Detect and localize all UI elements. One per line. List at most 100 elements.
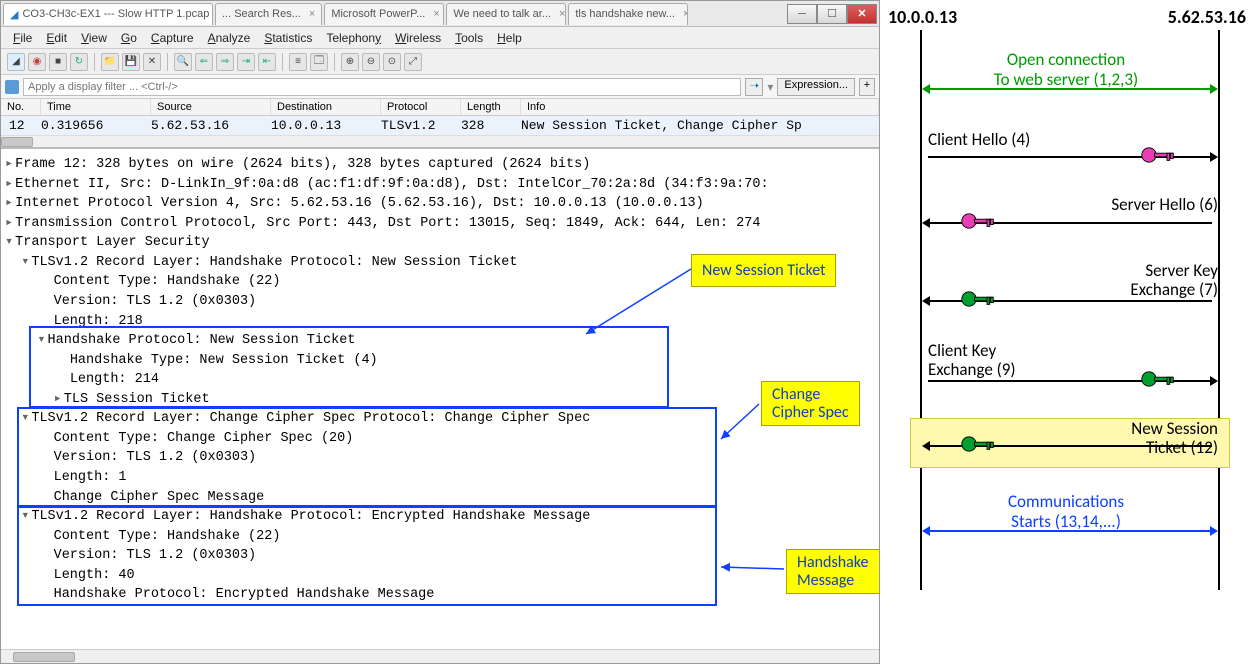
detail-line: Handshake Type: New Session Ticket (4) — [70, 353, 378, 368]
browser-tab-1[interactable]: ... Search Res...× — [215, 3, 322, 25]
toolbar-btn[interactable]: ⊕ — [341, 53, 359, 71]
endpoint-left: 10.0.0.13 — [888, 6, 957, 28]
wireshark-window: ◢ CO3-CH3c-EX1 --- Slow HTTP 1.pcap ... … — [0, 0, 880, 664]
minimize-button[interactable]: ─ — [787, 4, 817, 24]
expand-icon[interactable] — [21, 255, 29, 270]
packet-details-pane[interactable]: Frame 12: 328 bytes on wire (2624 bits),… — [1, 149, 879, 649]
detail-line: TLS Session Ticket — [64, 392, 210, 407]
menu-wireless[interactable]: Wireless — [389, 29, 447, 47]
browser-tab-3[interactable]: We need to talk ar... × — [446, 3, 566, 25]
close-icon[interactable]: × — [433, 8, 439, 20]
menu-file[interactable]: File — [7, 29, 38, 47]
expand-icon[interactable] — [5, 235, 13, 250]
col-time[interactable]: Time — [41, 99, 151, 115]
toolbar-btn[interactable]: ↻ — [70, 53, 88, 71]
detail-line: Version: TLS 1.2 (0x0303) — [54, 548, 257, 563]
add-filter-button[interactable]: + — [859, 78, 875, 96]
filter-apply-icon[interactable]: ➝ — [745, 78, 763, 96]
close-icon[interactable]: × — [559, 8, 565, 20]
toolbar-btn[interactable]: ⇒ — [216, 53, 234, 71]
browser-tab-2[interactable]: Microsoft PowerP...× — [324, 3, 444, 25]
toolbar-btn[interactable]: ⊙ — [383, 53, 401, 71]
expand-icon[interactable] — [37, 333, 45, 348]
expand-icon[interactable] — [5, 216, 13, 231]
key-icon-magenta — [1140, 144, 1176, 166]
cell-proto: TLSv1.2 — [381, 118, 461, 133]
col-info[interactable]: Info — [521, 99, 879, 115]
menu-tools[interactable]: Tools — [449, 29, 489, 47]
expression-button[interactable]: Expression... — [777, 78, 855, 96]
tab-label: tls handshake new... — [575, 8, 675, 20]
menu-edit[interactable]: Edit — [40, 29, 73, 47]
menu-statistics[interactable]: Statistics — [258, 29, 318, 47]
close-button[interactable]: ✕ — [847, 4, 877, 24]
col-no[interactable]: No. — [1, 99, 41, 115]
key-icon-green — [960, 288, 996, 310]
packet-row[interactable]: 12 0.319656 5.62.53.16 10.0.0.13 TLSv1.2… — [1, 116, 879, 135]
expand-icon[interactable] — [5, 157, 13, 172]
hscrollbar-bottom[interactable] — [1, 649, 879, 663]
col-destination[interactable]: Destination — [271, 99, 381, 115]
detail-line: Version: TLS 1.2 (0x0303) — [54, 294, 257, 309]
cell-len: 328 — [461, 118, 521, 133]
detail-line: Ethernet II, Src: D-LinkIn_9f:0a:d8 (ac:… — [15, 177, 768, 192]
packet-list-pane[interactable]: No. Time Source Destination Protocol Len… — [1, 99, 879, 149]
toolbar-btn[interactable]: ≡ — [289, 53, 307, 71]
browser-tab-0[interactable]: ◢ CO3-CH3c-EX1 --- Slow HTTP 1.pcap — [3, 3, 213, 25]
toolbar-btn[interactable]: ■ — [49, 53, 67, 71]
maximize-button[interactable]: ☐ — [817, 4, 847, 24]
detail-line: Version: TLS 1.2 (0x0303) — [54, 450, 257, 465]
display-filter-input[interactable] — [23, 78, 741, 96]
detail-line: Content Type: Change Cipher Spec (20) — [54, 431, 354, 446]
cell-src: 5.62.53.16 — [151, 118, 271, 133]
close-icon[interactable]: × — [309, 8, 315, 20]
detail-line: Length: 1 — [54, 470, 127, 485]
toolbar-btn[interactable]: ✕ — [143, 53, 161, 71]
cell-no: 12 — [1, 118, 41, 133]
expand-icon[interactable] — [54, 392, 62, 407]
toolbar-btn[interactable]: 💾 — [122, 53, 140, 71]
menu-go[interactable]: Go — [115, 29, 143, 47]
expand-icon[interactable] — [5, 196, 13, 211]
detail-line: Transport Layer Security — [15, 235, 209, 250]
bookmark-icon[interactable] — [5, 80, 19, 94]
expand-icon[interactable] — [21, 411, 29, 426]
toolbar-btn[interactable]: ⊖ — [362, 53, 380, 71]
detail-line: TLSv1.2 Record Layer: Handshake Protocol… — [31, 509, 590, 524]
detail-line: Handshake Protocol: Encrypted Handshake … — [54, 587, 435, 602]
endpoint-right: 5.62.53.16 — [1168, 6, 1246, 28]
toolbar-btn[interactable]: ⇥ — [237, 53, 255, 71]
label-server-hello: Server Hello (6) — [1111, 195, 1218, 215]
label-client-hello: Client Hello (4) — [928, 130, 1030, 150]
toolbar-btn[interactable]: ◢ — [7, 53, 25, 71]
browser-tab-4[interactable]: tls handshake new... × — [568, 3, 688, 25]
toolbar-btn[interactable]: ⤢ — [404, 53, 422, 71]
toolbar-btn[interactable]: ◉ — [28, 53, 46, 71]
packet-list-headers: No. Time Source Destination Protocol Len… — [1, 99, 879, 116]
tab-label: We need to talk ar... — [453, 8, 551, 20]
wireshark-icon: ◢ — [10, 8, 18, 21]
cell-dst: 10.0.0.13 — [271, 118, 381, 133]
col-protocol[interactable]: Protocol — [381, 99, 461, 115]
callout-change-cipher-spec: ChangeCipher Spec — [761, 381, 860, 426]
col-source[interactable]: Source — [151, 99, 271, 115]
menu-telephony[interactable]: Telephony — [320, 29, 387, 47]
expand-icon[interactable] — [21, 509, 29, 524]
col-length[interactable]: Length — [461, 99, 521, 115]
hscrollbar[interactable] — [1, 135, 879, 147]
toolbar-btn[interactable]: 🗔 — [310, 53, 328, 71]
menu-view[interactable]: View — [75, 29, 113, 47]
detail-line: Internet Protocol Version 4, Src: 5.62.5… — [15, 196, 704, 211]
toolbar-btn[interactable]: ⇤ — [258, 53, 276, 71]
menu-capture[interactable]: Capture — [145, 29, 200, 47]
menu-help[interactable]: Help — [491, 29, 528, 47]
key-icon-green — [960, 433, 996, 455]
menu-analyze[interactable]: Analyze — [202, 29, 257, 47]
toolbar-btn[interactable]: 📁 — [101, 53, 119, 71]
detail-line: Length: 40 — [54, 568, 135, 583]
toolbar-btn[interactable]: 🔍 — [174, 53, 192, 71]
toolbar-btn[interactable]: ⇐ — [195, 53, 213, 71]
close-icon[interactable]: × — [683, 8, 688, 20]
expand-icon[interactable] — [5, 177, 13, 192]
label-new-session-ticket: New SessionTicket (12) — [1131, 420, 1218, 457]
